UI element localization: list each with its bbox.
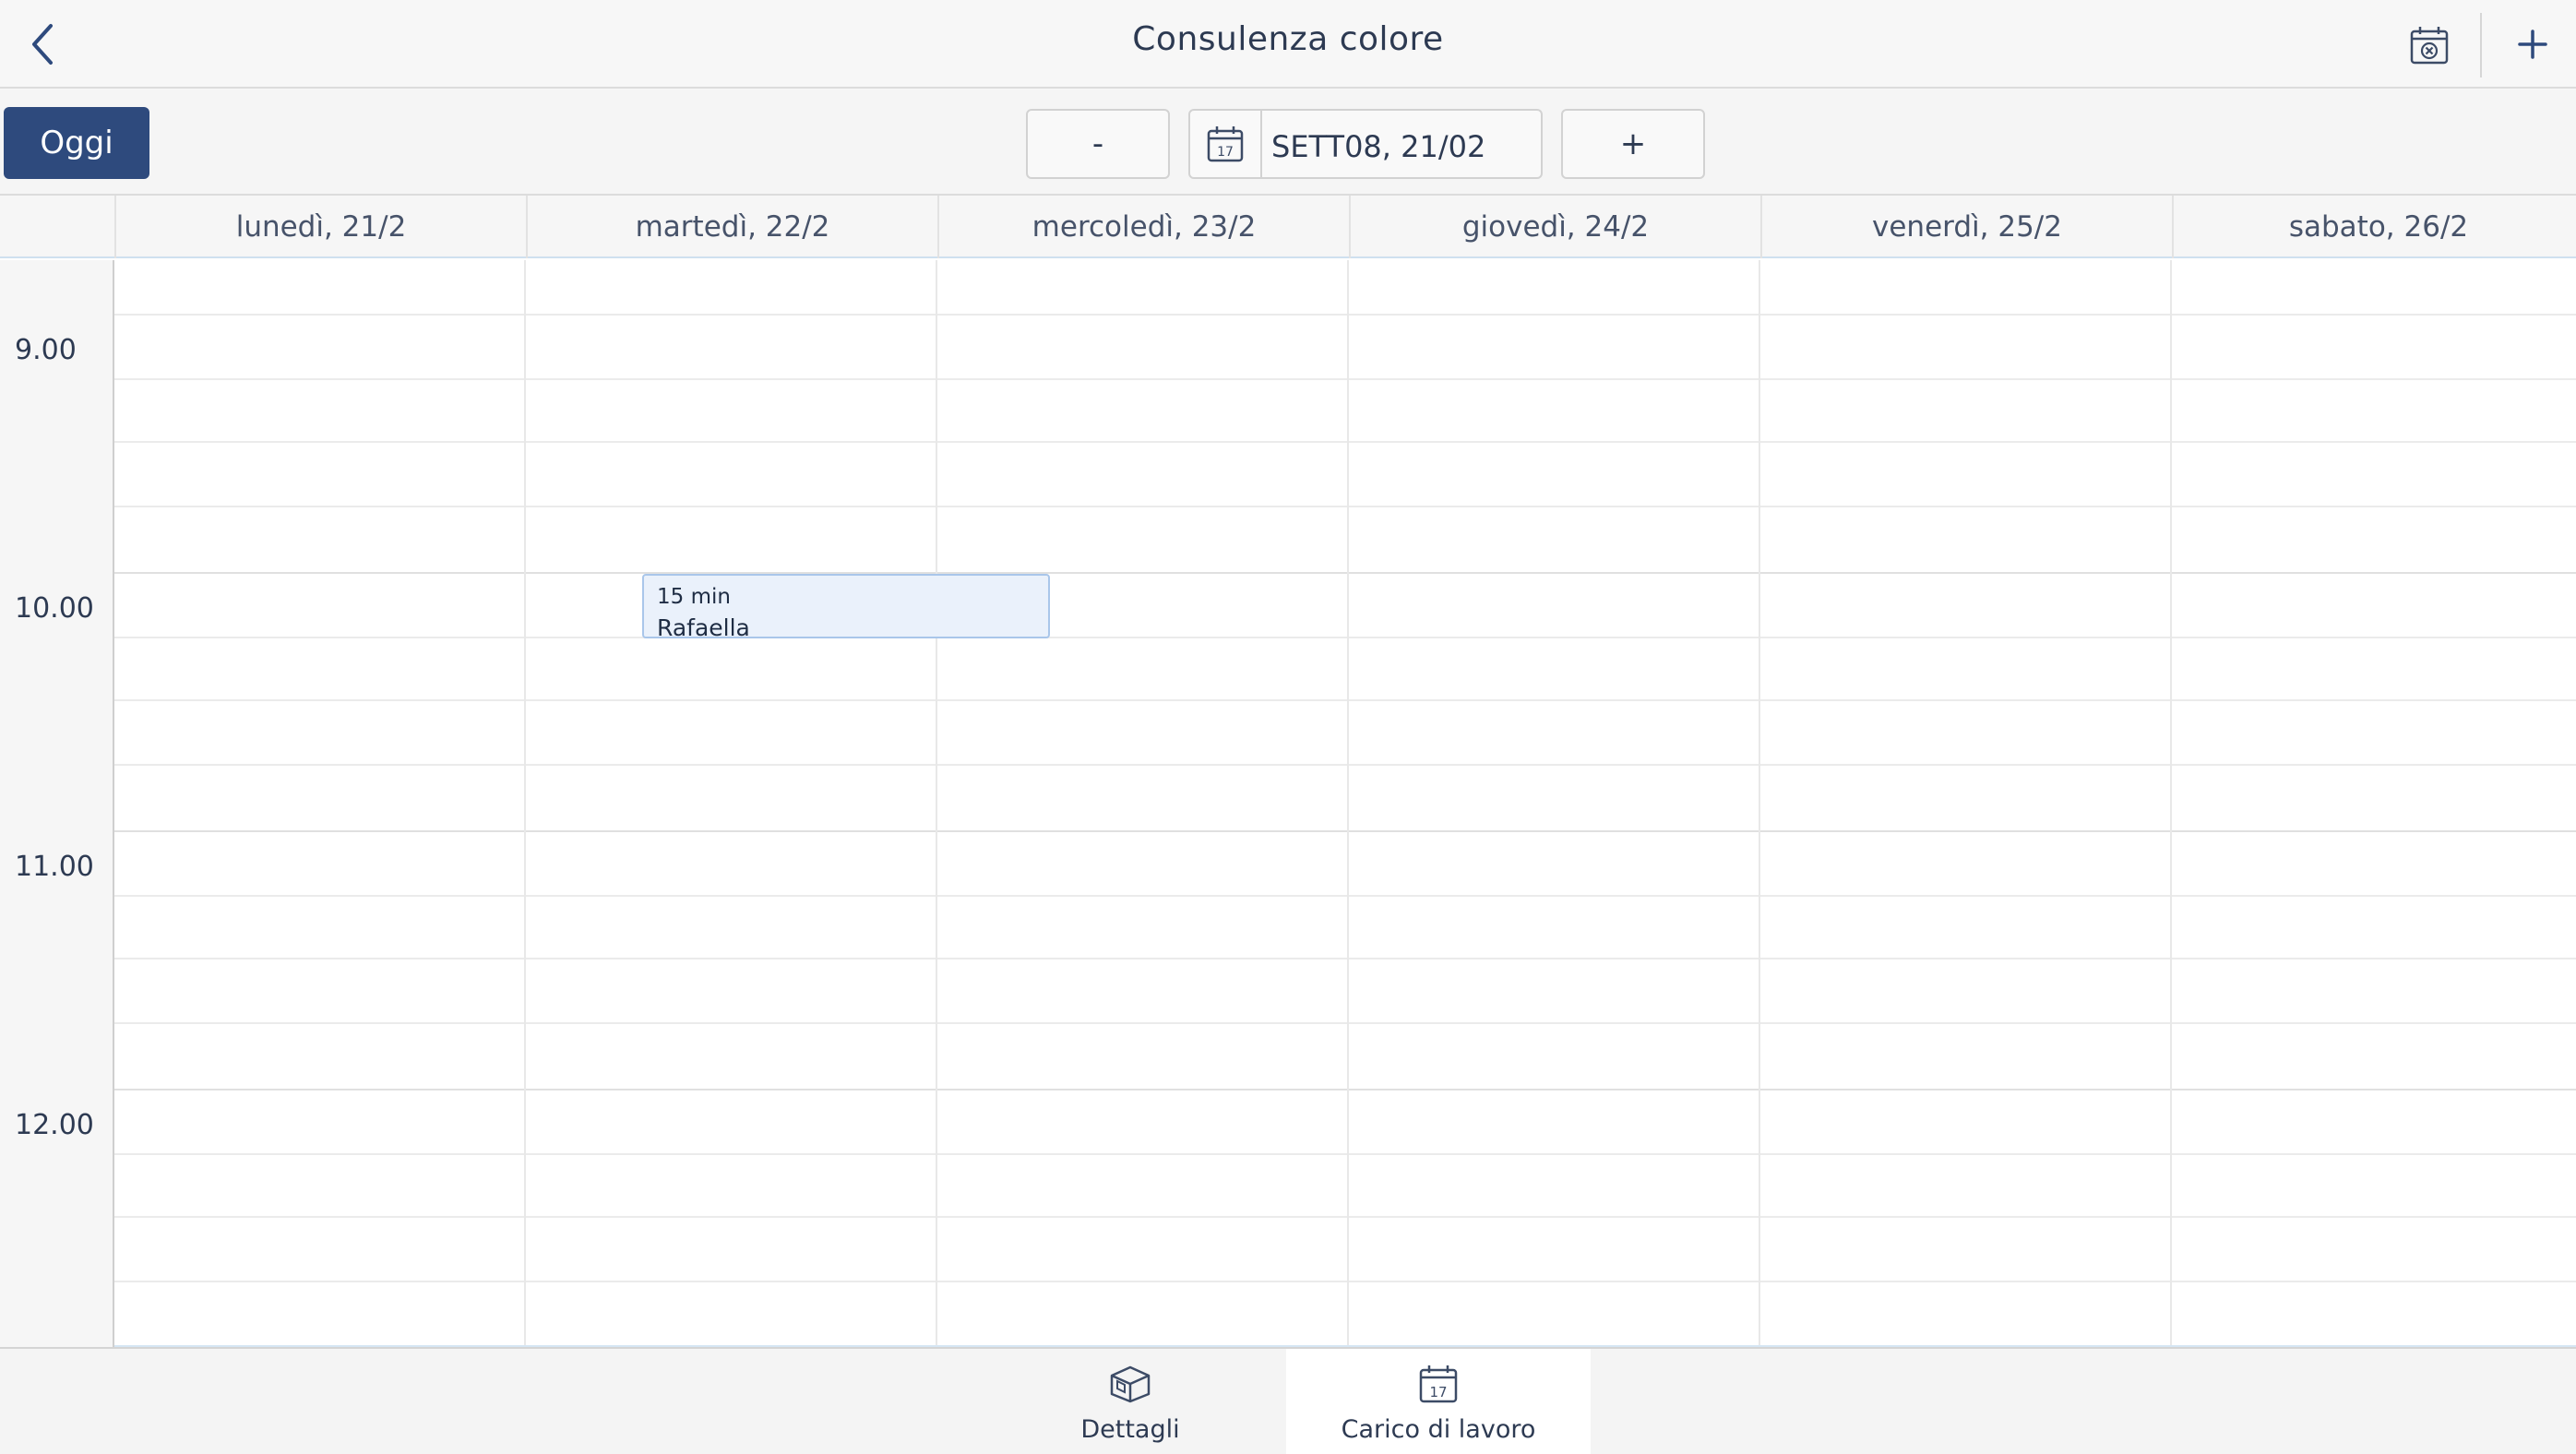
time-label: 12.00 [15, 1109, 94, 1141]
grid-line [114, 314, 2576, 316]
calendar-icon: 17 [1207, 126, 1244, 162]
grid-line [114, 378, 2576, 380]
week-calendar: lunedì, 21/2 martedì, 22/2 mercoledì, 23… [0, 194, 2576, 1347]
calendar-cancel-icon [2410, 27, 2449, 65]
grid-line [114, 1281, 2576, 1282]
grid-line [114, 506, 2576, 507]
day-column-divider [524, 260, 526, 1347]
appointment-event[interactable]: 15 min Rafaella [642, 574, 1050, 638]
calendar-icon: 17 [1419, 1365, 1458, 1403]
tab-icon-wrapper: 17 [1418, 1364, 1459, 1404]
toolbar: Oggi - 17 SETT08, 21/02 + [0, 90, 2576, 194]
grid-line [114, 958, 2576, 959]
next-week-button[interactable]: + [1561, 109, 1705, 179]
day-column-divider [2170, 260, 2172, 1347]
tab-icon-wrapper [1109, 1364, 1151, 1404]
today-button[interactable]: Oggi [4, 107, 149, 179]
grid-line [114, 637, 2576, 638]
time-label: 9.00 [15, 334, 77, 366]
grid-line [114, 764, 2576, 766]
event-duration: 15 min [657, 585, 731, 609]
day-column-divider [936, 260, 937, 1347]
previous-week-button[interactable]: - [1026, 109, 1170, 179]
time-label: 10.00 [15, 592, 94, 625]
calendar-cancel-button[interactable] [2404, 20, 2454, 70]
grid-line [114, 1216, 2576, 1218]
plus-icon [2518, 30, 2547, 59]
event-client-name: Rafaella [657, 614, 750, 638]
bottom-tab-bar: Dettagli 17 Carico di lavoro [0, 1347, 2576, 1454]
week-date-picker[interactable]: 17 SETT08, 21/02 [1188, 109, 1543, 179]
top-bar: Consulenza colore [0, 0, 2576, 89]
day-header-wednesday[interactable]: mercoledì, 23/2 [937, 196, 1349, 258]
grid-line [114, 572, 2576, 574]
date-picker-icon-box: 17 [1190, 111, 1262, 177]
calendar-icon-day: 17 [1217, 145, 1234, 160]
tab-label: Carico di lavoro [1341, 1415, 1536, 1444]
app-window: Consulenza colore Oggi - 17 SETT08, 21/0… [0, 0, 2576, 1454]
day-header-friday[interactable]: venerdì, 25/2 [1760, 196, 2172, 258]
page-title: Consulenza colore [1132, 20, 1444, 58]
tab-label: Dettagli [1080, 1415, 1180, 1444]
grid-line [114, 895, 2576, 897]
grid-line [114, 699, 2576, 701]
calendar-icon-day: 17 [1429, 1384, 1447, 1400]
day-column-divider [1347, 260, 1349, 1347]
day-header-thursday[interactable]: giovedì, 24/2 [1349, 196, 1760, 258]
day-header-tuesday[interactable]: martedì, 22/2 [526, 196, 937, 258]
add-button[interactable] [2500, 17, 2565, 72]
day-header-saturday[interactable]: sabato, 26/2 [2172, 196, 2576, 258]
grid-line [114, 830, 2576, 832]
grid-line [114, 441, 2576, 443]
time-grid[interactable]: 15 min Rafaella [114, 260, 2576, 1347]
day-header-row: lunedì, 21/2 martedì, 22/2 mercoledì, 23… [0, 196, 2576, 258]
tab-workload[interactable]: 17 Carico di lavoro [1286, 1349, 1591, 1454]
day-header-monday[interactable]: lunedì, 21/2 [114, 196, 526, 258]
day-column-divider [1759, 260, 1760, 1347]
box-icon [1110, 1365, 1151, 1403]
grid-line [114, 1022, 2576, 1024]
week-date-value: SETT08, 21/02 [1271, 129, 1486, 164]
top-bar-divider [2480, 13, 2482, 77]
grid-line [114, 1153, 2576, 1155]
grid-line [114, 1089, 2576, 1090]
time-label: 11.00 [15, 851, 94, 883]
time-gutter: 9.00 10.00 11.00 12.00 [0, 260, 114, 1347]
tab-details[interactable]: Dettagli [978, 1349, 1282, 1454]
